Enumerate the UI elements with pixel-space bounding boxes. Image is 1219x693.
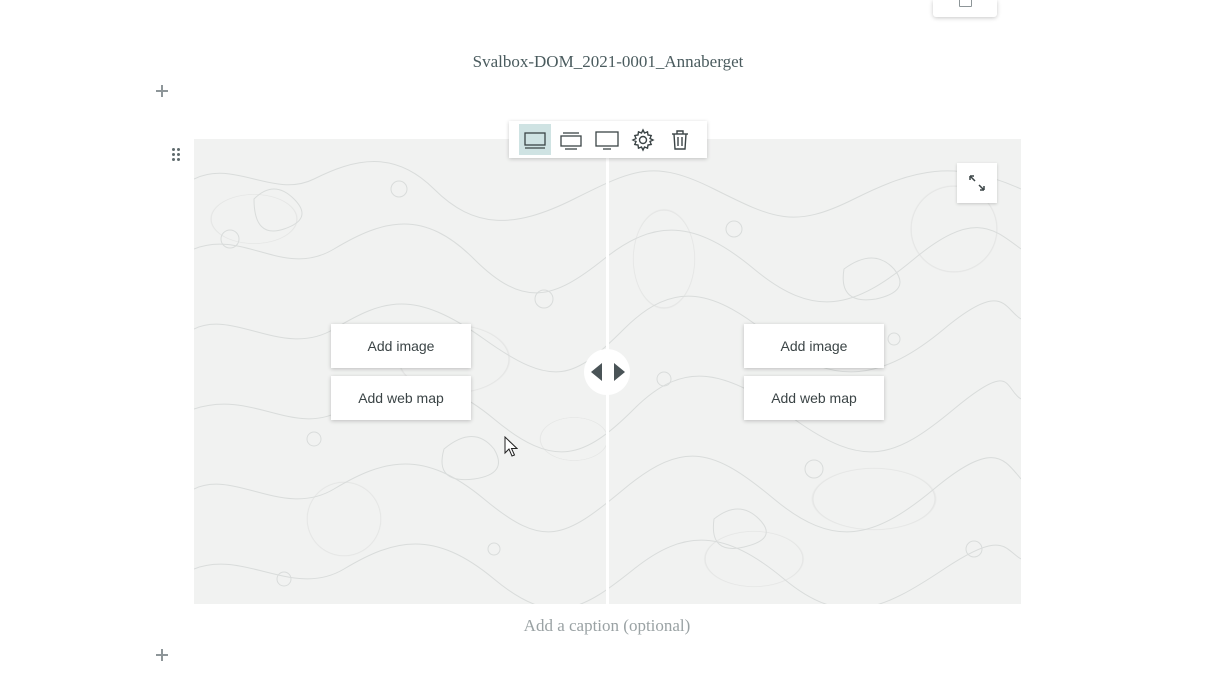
drag-handle-icon[interactable] [172,148,184,162]
layout-float-button[interactable] [519,124,551,155]
page-title: Svalbox-DOM_2021-0001_Annaberget [472,52,744,71]
square-icon [959,0,972,7]
layout-standard-button[interactable] [555,124,587,155]
mouse-cursor-icon [504,436,518,457]
left-add-image-button[interactable]: Add image [331,324,471,368]
trash-icon [672,129,688,150]
layout-float-icon [524,131,546,149]
swipe-block: Add image Add web map Add image Add web … [194,139,1021,604]
settings-button[interactable] [627,124,659,155]
right-add-web-map-button[interactable]: Add web map [744,376,884,420]
gear-icon [631,127,655,152]
swipe-handle[interactable] [584,349,630,395]
caption-input[interactable]: Add a caption (optional) [0,616,1214,636]
add-block-button-top[interactable] [155,84,169,98]
expand-button[interactable] [957,163,997,203]
left-add-web-map-button[interactable]: Add web map [331,376,471,420]
right-add-image-button[interactable]: Add image [744,324,884,368]
add-block-button-bottom[interactable] [155,648,169,662]
caret-left-icon [591,363,602,381]
top-block-card[interactable] [933,0,997,17]
expand-icon [969,175,985,191]
layout-standard-icon [560,131,582,150]
caret-right-icon [614,363,625,381]
block-toolbar [509,121,707,158]
delete-button[interactable] [664,124,696,155]
layout-wide-button[interactable] [591,124,623,155]
layout-wide-icon [595,130,619,150]
